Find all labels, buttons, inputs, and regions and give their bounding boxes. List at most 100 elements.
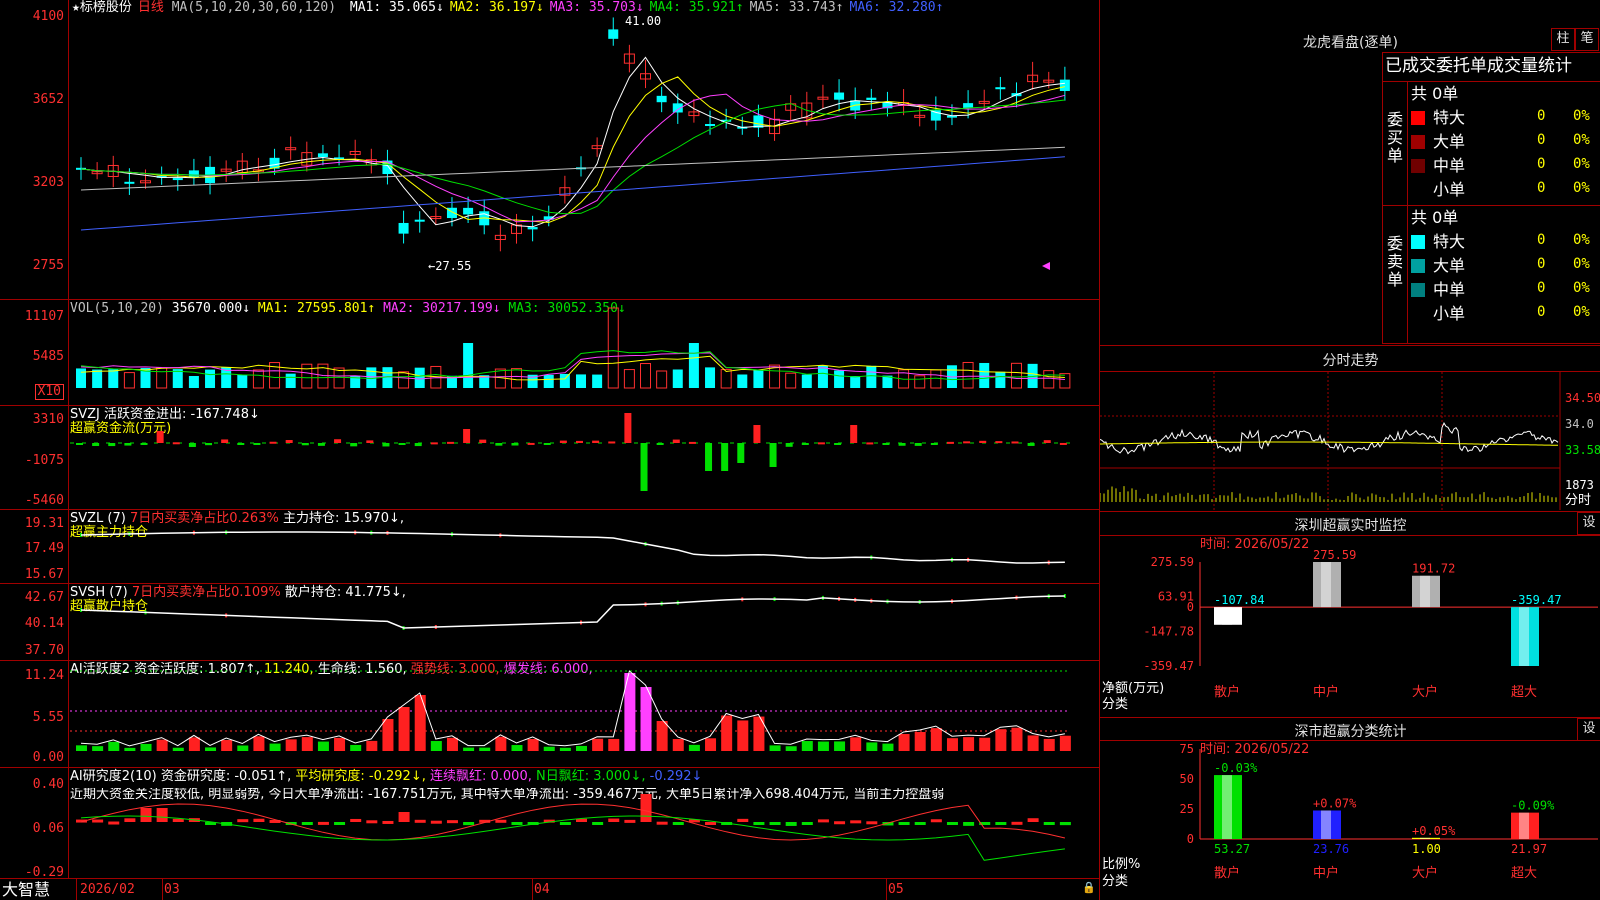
volume-bar	[285, 373, 296, 388]
research-bar	[1059, 822, 1071, 826]
candlestick-panel[interactable]: 4100 3652 3203 2755 ★标榜股份 日线 MA(5,10,20,3…	[0, 0, 1100, 300]
activity-bar	[640, 687, 652, 751]
buy-row-pct: 0%	[1573, 156, 1590, 172]
svzj-bar	[705, 443, 713, 471]
activity-bar	[592, 738, 604, 751]
classify-ylabel: 比例%	[1102, 857, 1141, 872]
research-bar	[640, 794, 652, 822]
svzj-bar	[382, 443, 390, 447]
sell-row-label: 大单	[1433, 256, 1466, 275]
research-bar	[930, 819, 942, 823]
research-bar	[785, 822, 797, 826]
research-bar	[866, 821, 878, 825]
svzj-bar	[527, 442, 535, 445]
left-chart-area[interactable]: 4100 3652 3203 2755 ★标榜股份 日线 MA(5,10,20,3…	[0, 0, 1100, 900]
research-bar	[172, 818, 184, 822]
ai-research-tick: -0.29	[24, 865, 64, 880]
buy-legend-swatch	[1411, 111, 1425, 125]
ai-research-tick: 0.06	[32, 821, 64, 836]
activity-bar	[463, 747, 475, 751]
monitor-settings-button[interactable]: 设	[1577, 512, 1600, 535]
activity-bar	[188, 737, 200, 751]
bar-category-label: 中户	[1313, 684, 1339, 700]
sell-row-count: 0	[1537, 232, 1546, 248]
buy-legend-swatch	[1411, 183, 1425, 197]
monitor-title: 深圳超赢实时监控	[1294, 518, 1407, 534]
svzj-bar	[624, 413, 632, 443]
volume-bar	[543, 374, 554, 388]
research-bar	[608, 818, 620, 822]
ai-research-panel[interactable]: 0.40 0.06 -0.29 AI研究度2(10) 资金研究度: -0.051…	[0, 768, 1100, 880]
research-bar	[817, 819, 829, 823]
volume-bar	[108, 369, 119, 388]
bar-highlight	[1420, 575, 1430, 608]
intraday-chart[interactable]	[1100, 372, 1600, 510]
bar-mode-button[interactable]: 柱	[1551, 28, 1575, 51]
activity-bar	[1027, 735, 1039, 751]
bar-value-label: -107.84	[1214, 593, 1265, 607]
svzj-bar	[1059, 442, 1067, 445]
bar-highlight	[1321, 562, 1331, 608]
svzj-panel[interactable]: 3310 -1075 -5460 SVZJ 活跃资金进出: -167.748↓ …	[0, 406, 1100, 510]
bar-category-label: 散户	[1214, 865, 1240, 881]
activity-bar	[608, 738, 620, 751]
activity-bar	[882, 743, 894, 751]
svsh-panel[interactable]: 42.67 40.14 37.70 SVSH (7) 7日内买卖净占比0.109…	[0, 584, 1100, 661]
activity-bar	[930, 728, 942, 751]
volume-bar	[801, 374, 812, 388]
ai-activity-tick: 5.55	[32, 710, 64, 725]
volume-panel[interactable]: 11107 5485 X10 VOL(5,10,20) 35670.000↓ M…	[0, 300, 1100, 406]
bar-category-label: 散户	[1214, 684, 1240, 700]
svzj-bar	[866, 442, 874, 445]
volume-bar	[414, 367, 425, 388]
svzj-bar	[172, 442, 180, 445]
ai-activity-chart	[70, 670, 1071, 751]
ai-activity-panel[interactable]: 11.24 5.55 0.00 AI活跃度2 资金活跃度: 1.807↑, 11…	[0, 661, 1100, 768]
sell-legend-swatch	[1411, 307, 1425, 321]
buy-legend-swatch	[1411, 135, 1425, 149]
candlestick-chart[interactable]	[70, 0, 1100, 299]
price-tick: 3203	[32, 175, 64, 190]
svzj-bar	[463, 429, 471, 443]
lock-icon[interactable]: 🔒	[1082, 881, 1096, 895]
svzj-bar	[979, 440, 987, 443]
buy-row-count: 0	[1537, 180, 1546, 196]
bar-category-label: 大户	[1412, 684, 1438, 700]
activity-bar	[495, 736, 507, 751]
volume-unit: X10	[34, 384, 64, 400]
volume-bar	[753, 370, 764, 388]
buy-row-label: 特大	[1433, 108, 1466, 127]
volume-bar	[607, 307, 619, 389]
candle-down	[172, 178, 183, 181]
research-bar	[737, 818, 749, 822]
ma-line-3	[80, 93, 1066, 223]
ma-line-1	[80, 56, 1065, 228]
monitor-ylabel: 净额(万元)	[1102, 681, 1165, 696]
activity-bar	[543, 746, 555, 751]
volume-bar	[720, 369, 732, 389]
bar-highlight	[1420, 837, 1430, 839]
candle-down	[317, 153, 328, 158]
activity-bar	[446, 737, 458, 751]
date-label: 05	[888, 882, 904, 897]
volume-bar	[172, 369, 183, 388]
bar-value-label: -359.47	[1511, 593, 1562, 607]
svzj-bar	[1043, 440, 1051, 443]
classify-settings-button[interactable]: 设	[1577, 718, 1600, 741]
sell-row-label: 小单	[1433, 304, 1466, 323]
volume-bar	[979, 362, 990, 388]
low-price-label: ←27.55	[428, 259, 472, 273]
intraday-price-line	[1100, 422, 1559, 455]
classify-xlabel: 分类	[1102, 874, 1129, 889]
ai-research-chart	[76, 794, 1071, 861]
bar-chart-tick: -147.78	[1143, 624, 1194, 638]
svzj-bar	[882, 443, 890, 445]
svzl-chart	[80, 530, 1065, 565]
svsh-axis: 42.67 40.14 37.70	[0, 584, 69, 660]
svzl-panel[interactable]: 19.31 17.49 15.67 SVZL (7) 7日内买卖净占比0.263…	[0, 510, 1100, 584]
tick-mode-button[interactable]: 笔	[1575, 28, 1599, 51]
svzj-bar	[205, 443, 213, 446]
activity-bar	[156, 739, 168, 751]
buy-row-pct: 0%	[1573, 180, 1590, 196]
ai-research-axis: 0.40 0.06 -0.29	[0, 768, 69, 880]
